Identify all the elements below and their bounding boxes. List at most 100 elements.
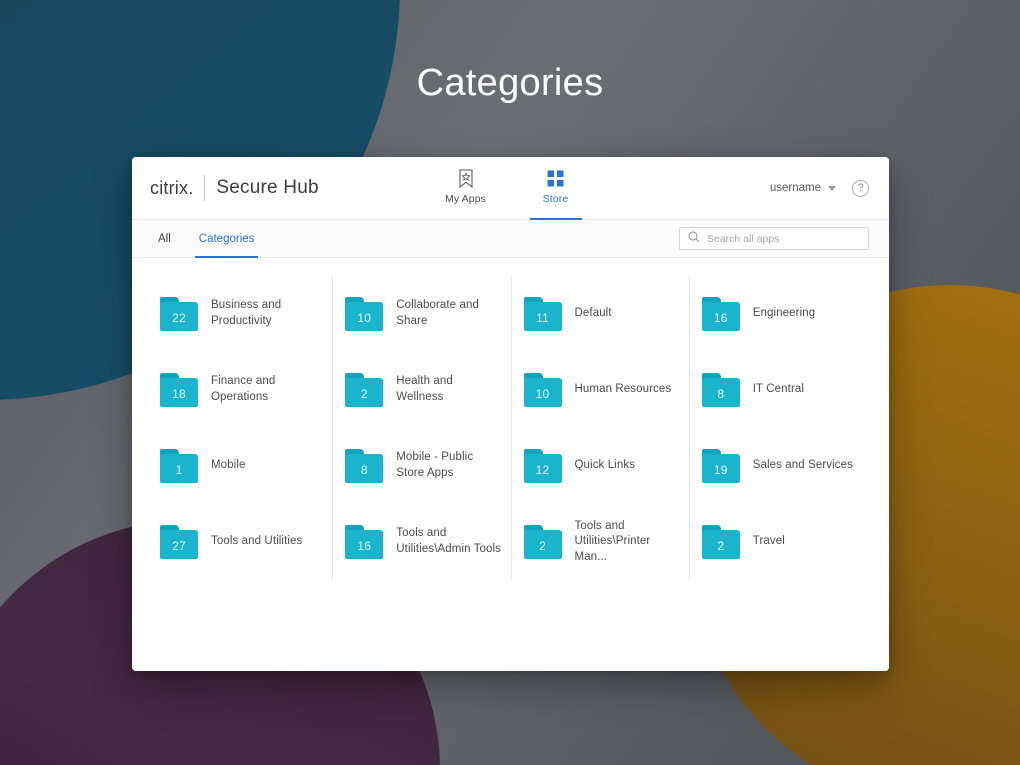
category-label: Tools and Utilities\Admin Tools (396, 527, 502, 555)
category-count: 2 (717, 538, 725, 553)
folder-icon: 12 (523, 449, 562, 483)
category-count: 10 (357, 310, 372, 325)
category-cell[interactable]: 16 Tools and Utilities\Admin Tools (332, 504, 510, 580)
category-cell[interactable]: 1 Mobile (154, 428, 332, 504)
category-cell[interactable]: 11 Default (510, 276, 689, 352)
search-icon (688, 230, 700, 248)
header-right: username ? (770, 179, 869, 197)
folder-body: 16 (345, 530, 384, 559)
category-count: 11 (536, 310, 549, 325)
page-title: Categories (416, 62, 604, 104)
folder-icon: 8 (701, 373, 740, 407)
category-label: Sales and Services (752, 459, 853, 472)
folder-icon: 10 (523, 373, 562, 407)
category-count: 18 (172, 386, 186, 401)
category-count: 16 (713, 310, 728, 325)
category-cell[interactable]: 19 Sales and Services (688, 428, 867, 504)
folder-icon: 18 (160, 373, 198, 407)
category-cell[interactable]: 2 Health and Wellness (332, 352, 510, 428)
folder-body: 8 (345, 454, 384, 483)
categories-body: 22 Business and Productivity 10 Collaborate… (132, 258, 889, 671)
product-name: Secure Hub (216, 177, 319, 198)
chevron-down-icon (828, 185, 836, 191)
folder-body: 12 (523, 454, 562, 483)
tab-categories[interactable]: Categories (185, 220, 269, 258)
folder-body: 8 (701, 378, 740, 407)
category-label: Mobile - Public Store Apps (396, 451, 474, 479)
category-cell[interactable]: 27 Tools and Utilities (154, 504, 332, 580)
folder-icon: 1 (160, 449, 198, 483)
nav-item-my-apps[interactable]: My Apps (438, 157, 494, 220)
category-label: Business and Productivity (211, 299, 282, 327)
folder-icon: 19 (701, 449, 740, 483)
category-count: 12 (535, 462, 550, 477)
category-label: Travel (752, 535, 785, 548)
category-count: 16 (357, 538, 372, 553)
brand-divider (204, 175, 206, 201)
folder-icon: 27 (160, 525, 198, 559)
bookmark-star-icon (458, 168, 474, 188)
category-cell[interactable]: 12 Quick Links (510, 428, 689, 504)
category-count: 1 (175, 462, 183, 477)
secure-hub-window: citrix. Secure Hub My Apps Store usernam… (132, 157, 889, 671)
folder-body: 2 (523, 530, 562, 559)
nav-item-store[interactable]: Store (528, 157, 584, 220)
category-cell[interactable]: 18 Finance and Operations (154, 352, 332, 428)
folder-icon: 11 (523, 297, 562, 331)
app-header: citrix. Secure Hub My Apps Store usernam… (132, 157, 889, 220)
folder-body: 22 (160, 302, 198, 331)
folder-icon: 16 (345, 525, 384, 559)
category-count: 2 (539, 538, 546, 553)
folder-body: 11 (523, 302, 562, 331)
nav-active-indicator (529, 218, 582, 220)
tab-all[interactable]: All (150, 220, 185, 258)
sub-toolbar: All Categories (132, 220, 889, 258)
user-menu[interactable]: username (770, 182, 836, 194)
folder-icon: 16 (701, 297, 740, 331)
header-nav: My Apps Store (438, 157, 584, 220)
category-cell[interactable]: 16 Engineering (688, 276, 867, 352)
category-count: 2 (360, 386, 368, 401)
grid-squares-icon (547, 169, 564, 188)
folder-body: 2 (345, 378, 384, 407)
category-label: Health and Wellness (396, 375, 453, 403)
category-label: Default (574, 307, 612, 320)
category-label: Tools and Utilities (211, 535, 303, 548)
folder-icon: 10 (345, 297, 384, 331)
category-cell[interactable]: 8 Mobile - Public Store Apps (332, 428, 510, 504)
folder-body: 18 (160, 378, 198, 407)
folder-body: 16 (701, 302, 740, 331)
nav-label-store: Store (542, 192, 569, 205)
category-count: 8 (360, 462, 368, 477)
folder-icon: 8 (345, 449, 384, 483)
category-cell[interactable]: 10 Collaborate and Share (332, 276, 510, 352)
category-label: Engineering (752, 307, 816, 320)
category-label: IT Central (752, 383, 805, 396)
folder-body: 27 (160, 530, 198, 559)
folder-icon: 2 (701, 525, 740, 559)
search-box[interactable] (679, 227, 869, 250)
category-cell[interactable]: 10 Human Resources (510, 352, 689, 428)
nav-label-my-apps: My Apps (445, 192, 486, 205)
category-cell[interactable]: 8 IT Central (688, 352, 867, 428)
category-label: Quick Links (574, 459, 636, 472)
category-count: 27 (172, 538, 186, 553)
category-count: 8 (717, 386, 725, 401)
folder-body: 1 (160, 454, 198, 483)
folder-body: 10 (523, 378, 562, 407)
folder-icon: 22 (160, 297, 198, 331)
category-count: 22 (172, 310, 186, 325)
citrix-logo: citrix. (150, 177, 194, 198)
folder-body: 19 (701, 454, 740, 483)
category-count: 10 (535, 386, 550, 401)
category-label: Human Resources (574, 383, 672, 396)
help-icon[interactable]: ? (852, 179, 869, 197)
category-cell[interactable]: 2 Tools and Utilities\Printer Man... (510, 504, 689, 580)
category-cell[interactable]: 2 Travel (688, 504, 867, 580)
category-tabs: All Categories (150, 220, 268, 258)
user-name-label: username (769, 182, 821, 194)
search-input[interactable] (707, 232, 860, 245)
category-label: Finance and Operations (211, 375, 276, 403)
category-cell[interactable]: 22 Business and Productivity (154, 276, 332, 352)
folder-icon: 2 (523, 525, 562, 559)
